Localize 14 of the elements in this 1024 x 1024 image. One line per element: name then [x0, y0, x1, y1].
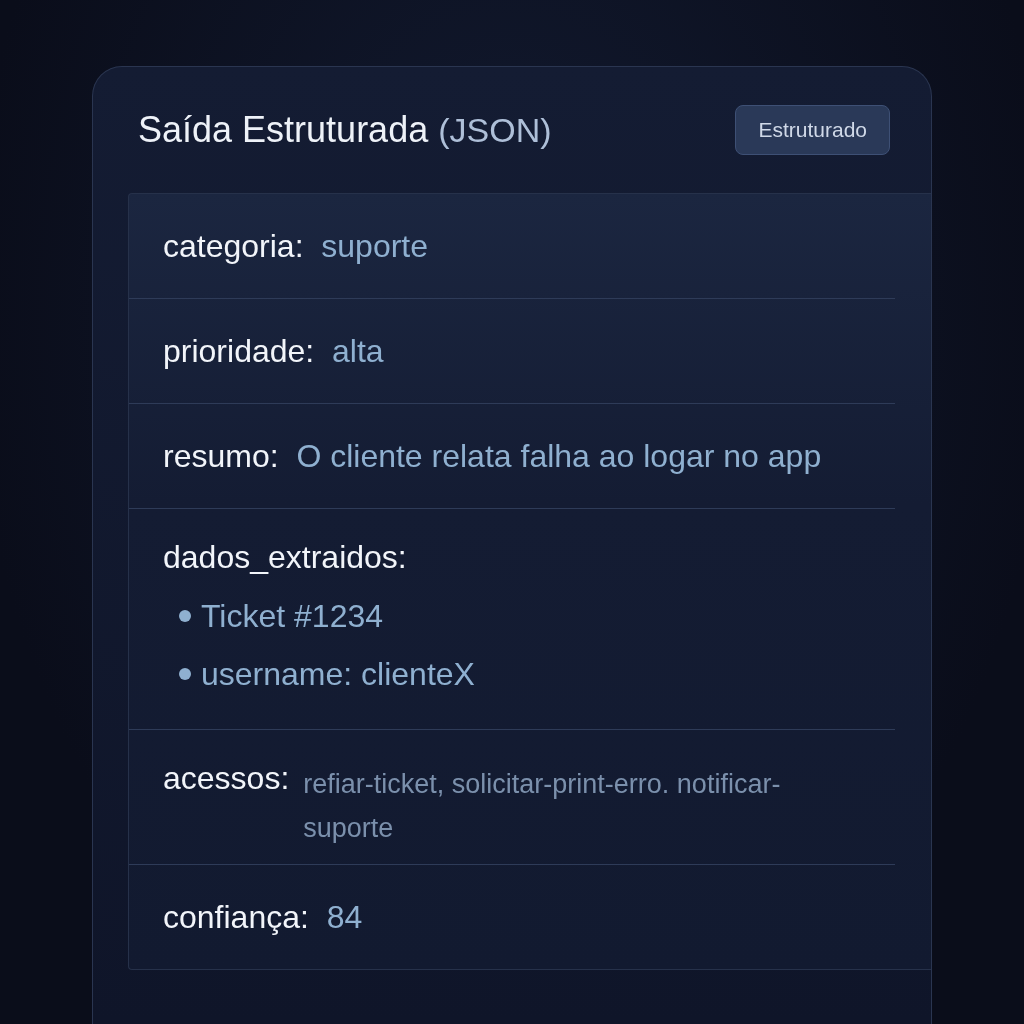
list-item: Ticket #1234 — [201, 597, 384, 635]
list-item: username: clienteX — [201, 655, 475, 693]
status-badge: Estruturado — [735, 105, 890, 155]
field-text: categoria: suporte — [163, 227, 430, 266]
field-label: acessos: — [163, 759, 290, 798]
field-text: resumo: O cliente relata falha ao logar no app — [163, 437, 823, 476]
bullet-icon — [179, 668, 191, 680]
field-label: dados_extraidos: — [163, 538, 408, 577]
field-value: refiar-ticket, solicitar-print-erro. notificar-suporte — [303, 768, 782, 845]
format-label: (JSON) — [438, 110, 552, 150]
field-text: prioridade: alta — [163, 332, 385, 371]
bullet-icon — [179, 610, 191, 622]
card-title: Saída Estruturada — [138, 109, 429, 151]
field-text: confiança: 84 — [163, 898, 364, 937]
